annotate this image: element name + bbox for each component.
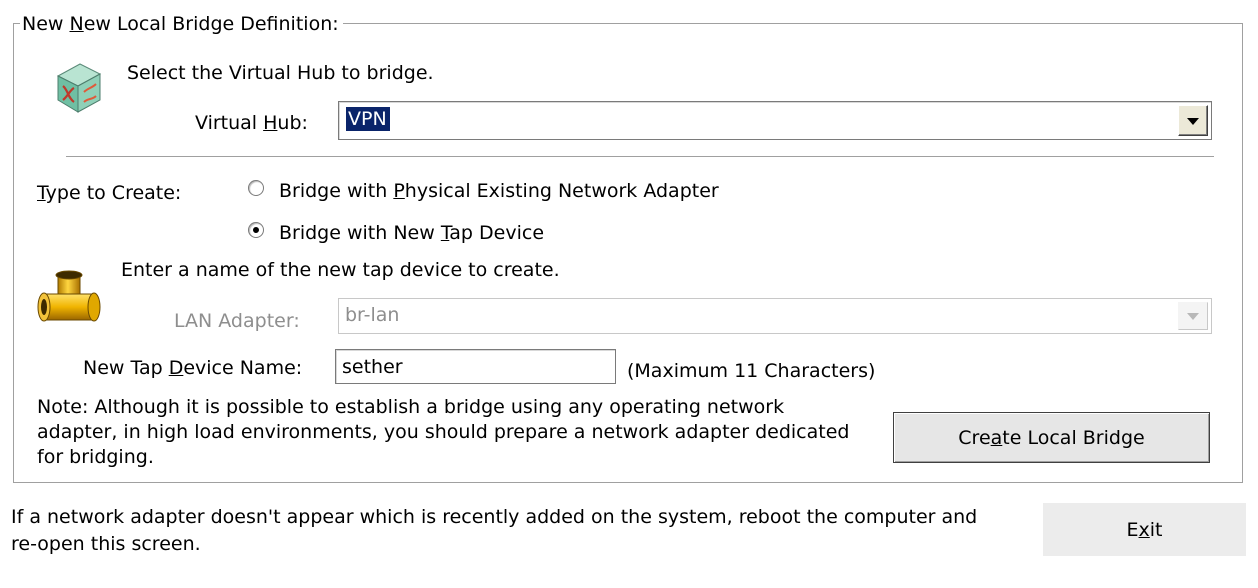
- tap-instruction: Enter a name of the new tap device to cr…: [121, 259, 560, 281]
- footer-note-line-1: If a network adapter doesn't appear whic…: [11, 506, 978, 528]
- radio-new-tap-device-label[interactable]: Bridge with New Tap Device: [279, 222, 544, 244]
- hub-instruction: Select the Virtual Hub to bridge.: [127, 62, 434, 84]
- tap-device-name-input[interactable]: [335, 349, 616, 384]
- lan-adapter-select[interactable]: br-lan: [338, 298, 1212, 334]
- note-line-2: adapter, in high load environments, you …: [37, 421, 850, 443]
- virtual-hub-select[interactable]: VPN: [338, 101, 1212, 140]
- virtual-hub-value: VPN: [346, 107, 390, 131]
- radio-physical-adapter[interactable]: [248, 180, 264, 196]
- note-line-1: Note: Although it is possible to establi…: [37, 396, 785, 418]
- lan-adapter-value: br-lan: [345, 304, 400, 326]
- create-local-bridge-button[interactable]: Cre a te Local Bridge: [893, 412, 1210, 463]
- tap-name-hint: (Maximum 11 Characters): [627, 360, 876, 382]
- dropdown-arrow-icon[interactable]: [1178, 302, 1208, 330]
- exit-button[interactable]: Ex it: [1043, 503, 1246, 556]
- separator: [66, 156, 1214, 158]
- virtual-hub-label: Virtual Hub:: [195, 112, 308, 134]
- radio-physical-adapter-label[interactable]: Bridge with Physical Existing Network Ad…: [279, 180, 719, 202]
- tap-pipe-icon: [36, 270, 104, 330]
- type-to-create-label: Type to Create:: [37, 182, 182, 204]
- tap-device-name-label: New Tap Device Name:: [83, 357, 303, 379]
- note-line-3: for bridging.: [37, 446, 154, 468]
- virtual-hub-icon: [50, 58, 108, 116]
- lan-adapter-label: LAN Adapter:: [174, 310, 300, 332]
- footer-note-line-2: re-open this screen.: [11, 533, 201, 555]
- radio-new-tap-device[interactable]: [248, 222, 264, 238]
- dropdown-arrow-icon[interactable]: [1178, 105, 1208, 136]
- group-title: New New Local Bridge Definition:: [20, 13, 343, 35]
- tap-device-name-field[interactable]: [336, 350, 615, 383]
